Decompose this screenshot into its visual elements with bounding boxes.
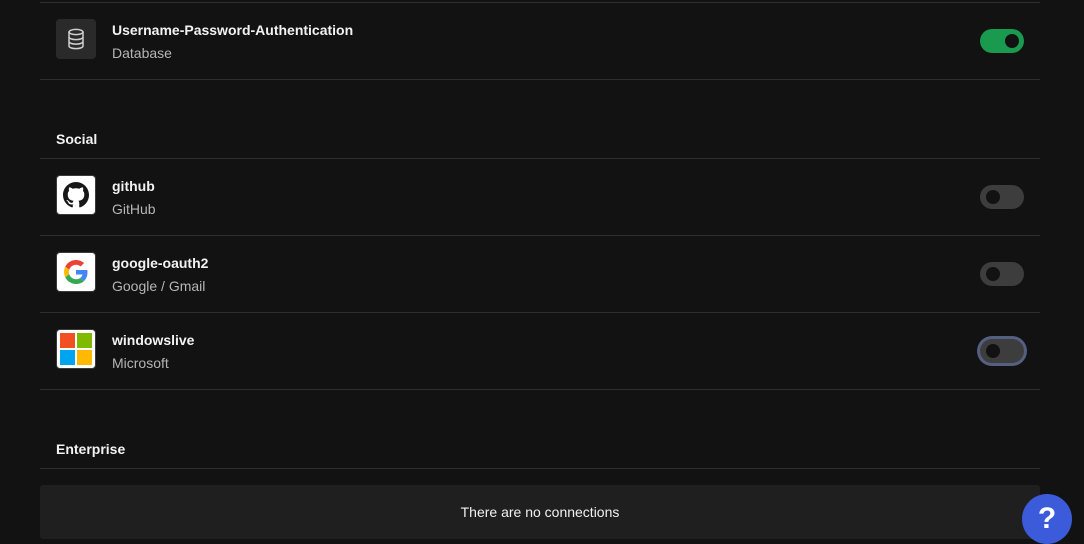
connection-toggle-username-password[interactable] — [980, 29, 1024, 53]
connection-type: Microsoft — [112, 355, 169, 371]
connection-row-windowslive: windowslive Microsoft — [40, 313, 1040, 389]
empty-state: There are no connections — [40, 485, 1040, 539]
section-title-enterprise: Enterprise — [56, 441, 126, 457]
connection-toggle-windowslive[interactable] — [980, 339, 1024, 363]
connection-name: github — [112, 178, 155, 194]
divider — [40, 389, 1040, 390]
toggle-knob — [986, 267, 1000, 281]
database-icon — [56, 19, 96, 59]
connection-name: windowslive — [112, 332, 195, 348]
connection-row-github: github GitHub — [40, 159, 1040, 235]
section-title-social: Social — [56, 131, 98, 147]
divider — [40, 468, 1040, 469]
empty-state-message: There are no connections — [460, 504, 620, 520]
connection-name: google-oauth2 — [112, 255, 209, 271]
github-icon — [56, 175, 96, 215]
connection-type: Google / Gmail — [112, 278, 206, 294]
connection-toggle-google-oauth2[interactable] — [980, 262, 1024, 286]
toggle-knob — [986, 344, 1000, 358]
toggle-knob — [986, 190, 1000, 204]
microsoft-icon — [56, 329, 96, 369]
help-icon: ? — [1037, 502, 1057, 535]
connections-page: Username-Password-Authentication Databas… — [0, 0, 1084, 544]
connection-row-google-oauth2: google-oauth2 Google / Gmail — [40, 236, 1040, 312]
connection-type: GitHub — [112, 201, 156, 217]
connection-row-username-password: Username-Password-Authentication Databas… — [40, 3, 1040, 79]
toggle-knob — [1005, 34, 1019, 48]
help-button[interactable]: ? — [1022, 494, 1072, 544]
google-icon — [56, 252, 96, 292]
connection-name: Username-Password-Authentication — [112, 22, 354, 38]
connection-type: Database — [112, 45, 172, 61]
connection-toggle-github[interactable] — [980, 185, 1024, 209]
divider — [40, 79, 1040, 80]
